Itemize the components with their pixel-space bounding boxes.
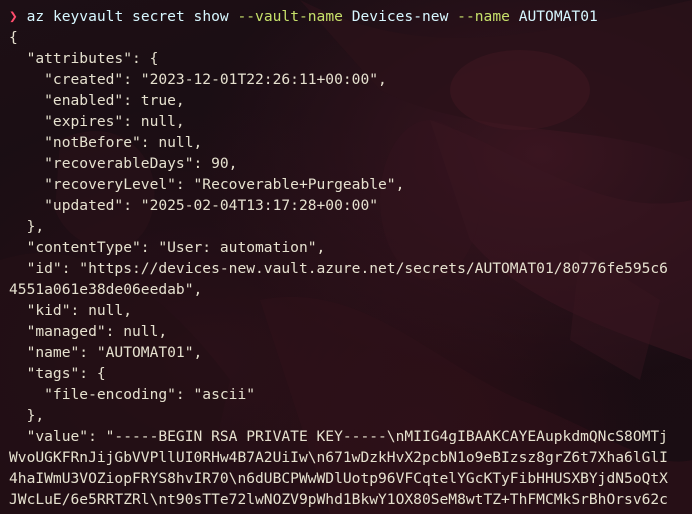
output-line: "enabled": true, xyxy=(9,92,185,109)
output-line: "value": "-----BEGIN RSA PRIVATE KEY----… xyxy=(9,428,668,445)
command-program: az keyvault secret show xyxy=(26,8,229,25)
terminal-output: ❯ az keyvault secret show --vault-name D… xyxy=(0,0,692,510)
command-flag-name: --name xyxy=(457,8,510,25)
command-line: ❯ az keyvault secret show --vault-name D… xyxy=(9,6,692,27)
command-name-value: AUTOMAT01 xyxy=(518,8,598,25)
output-line: "expires": null, xyxy=(9,113,185,130)
output-line: "tags": { xyxy=(9,365,106,382)
output-line: "contentType": "User: automation", xyxy=(9,239,326,256)
output-line: }, xyxy=(9,407,45,424)
output-line: WvoUGKFRnJijGbVVPllUI0RHw4B7A2UiIw\n671w… xyxy=(9,449,668,466)
output-line: "managed": null, xyxy=(9,323,168,340)
output-line: "name": "AUTOMAT01", xyxy=(9,344,203,361)
output-line: "created": "2023-12-01T22:26:11+00:00", xyxy=(9,71,387,88)
output-line: { xyxy=(9,29,18,46)
output-line: "recoverableDays": 90, xyxy=(9,155,238,172)
command-flag-vault: --vault-name xyxy=(237,8,343,25)
output-line: 4551a061e38de06eedab", xyxy=(9,281,203,298)
output-line: "id": "https://devices-new.vault.azure.n… xyxy=(9,260,668,277)
output-line: "file-encoding": "ascii" xyxy=(9,386,256,403)
output-line: "kid": null, xyxy=(9,302,133,319)
output-line: "notBefore": null, xyxy=(9,134,203,151)
output-line: }, xyxy=(9,218,45,235)
output-line: JWcLuE/6e5RRTZRl\nt90sTTe72lwNOZV9pWhd1B… xyxy=(9,491,668,508)
output-line: 4haIWmU3VOZiopFRYS8hvIR70\n6dUBCPWwWDlUo… xyxy=(9,470,668,487)
output-line: "updated": "2025-02-04T13:17:28+00:00" xyxy=(9,197,379,214)
terminal-window[interactable]: ❯ az keyvault secret show --vault-name D… xyxy=(0,0,692,514)
command-vault-value: Devices-new xyxy=(351,8,449,25)
prompt-icon: ❯ xyxy=(9,8,18,25)
output-line: "attributes": { xyxy=(9,50,159,67)
output-line: "recoveryLevel": "Recoverable+Purgeable"… xyxy=(9,176,405,193)
